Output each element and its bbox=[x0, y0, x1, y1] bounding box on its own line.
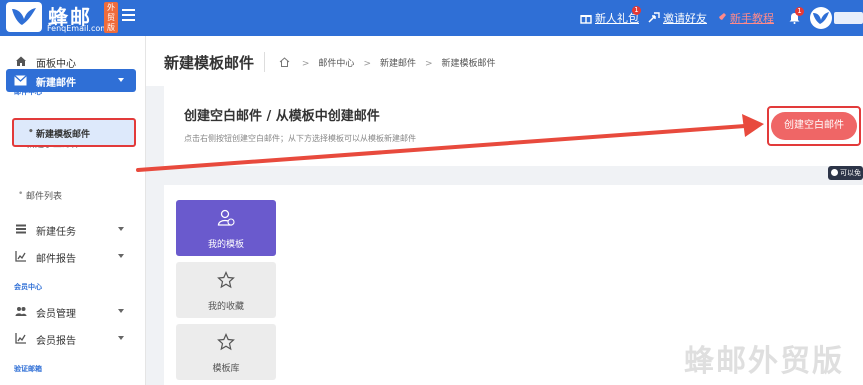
create-card: 创建空白邮件 / 从模板中创建邮件 点击右侧按钮创建空白邮件；从下方选择模板可以… bbox=[164, 86, 863, 166]
tile-template-library[interactable]: 模板库 bbox=[176, 324, 276, 380]
chevron-down-icon bbox=[118, 227, 124, 231]
breadcrumb: > 邮件中心 > 新建邮件 > 新建模板邮件 bbox=[279, 56, 496, 69]
invite-label: 邀请好友 bbox=[663, 12, 707, 25]
gift-link[interactable]: 新人礼包 bbox=[580, 10, 639, 26]
star-icon bbox=[217, 333, 235, 351]
create-blank-mail-button[interactable]: 创建空白邮件 bbox=[771, 112, 857, 140]
chevron-down-icon bbox=[118, 336, 124, 340]
chart-icon bbox=[15, 333, 26, 344]
gift-badge: 1 bbox=[632, 6, 641, 15]
tile-label: 我的模板 bbox=[207, 240, 244, 250]
page-header: 新建模板邮件 > 邮件中心 > 新建邮件 > 新建模板邮件 bbox=[146, 36, 863, 86]
page-title: 新建模板邮件 bbox=[164, 54, 255, 72]
divider bbox=[264, 52, 265, 72]
create-card-hint: 点击右侧按钮创建空白邮件；从下方选择模板可以从模板新建邮件 bbox=[184, 134, 416, 143]
chevron-right-icon: > bbox=[425, 59, 433, 69]
tile-label: 我的收藏 bbox=[207, 302, 244, 312]
chevron-down-icon bbox=[118, 254, 124, 258]
sidebar-item-new-mail[interactable]: 新建邮件 bbox=[6, 69, 136, 92]
chevron-down-icon bbox=[118, 78, 124, 82]
user-name[interactable] bbox=[834, 12, 863, 24]
avatar[interactable] bbox=[810, 7, 832, 29]
sidebar-item-label: 面板中心 bbox=[36, 59, 76, 70]
brand-domain: FenqEmail.com bbox=[47, 24, 109, 33]
chevron-down-icon bbox=[118, 309, 124, 313]
breadcrumb-item[interactable]: 邮件中心 bbox=[318, 59, 354, 69]
side-chat-chip[interactable]: 可以免 bbox=[828, 166, 863, 180]
breadcrumb-item: 新建模板邮件 bbox=[441, 59, 496, 69]
rocket-icon bbox=[717, 13, 726, 22]
section-verify: 验证邮箱 bbox=[14, 365, 42, 373]
share-icon bbox=[648, 12, 660, 23]
user-icon bbox=[217, 209, 235, 226]
guide-label: 新手教程 bbox=[730, 12, 774, 25]
sidebar-subitem-template[interactable]: 新建模板邮件 bbox=[12, 118, 136, 147]
invite-link[interactable]: 邀请好友 bbox=[648, 10, 707, 26]
tile-my-templates[interactable]: 我的模板 bbox=[176, 200, 276, 256]
chevron-right-icon: > bbox=[363, 59, 371, 69]
create-card-title: 创建空白邮件 / 从模板中创建邮件 bbox=[184, 109, 380, 124]
sidebar-item-label: 会员管理 bbox=[36, 309, 76, 320]
watermark: 蜂邮外贸版 bbox=[684, 344, 844, 379]
gift-label: 新人礼包 bbox=[595, 12, 639, 25]
tile-my-favorites[interactable]: 我的收藏 bbox=[176, 262, 276, 318]
sidebar-item-label: 新建邮件 bbox=[36, 78, 76, 89]
envelope-icon bbox=[14, 75, 27, 86]
bird-icon bbox=[12, 8, 36, 25]
bird-icon bbox=[813, 12, 829, 24]
sidebar-item-label: 会员报告 bbox=[36, 336, 76, 347]
home-icon[interactable] bbox=[279, 57, 290, 67]
sidebar-subitem-label: 新建模板邮件 bbox=[28, 127, 90, 140]
chevron-right-icon: > bbox=[301, 59, 310, 69]
home-icon bbox=[16, 56, 26, 66]
sidebar-item-mail-report[interactable]: 邮件报告 bbox=[0, 245, 146, 267]
sidebar-subitem-list[interactable]: 邮件列表 bbox=[18, 189, 62, 202]
sidebar-item-member-manage[interactable]: 会员管理 bbox=[0, 300, 146, 322]
sidebar-item-member-report[interactable]: 会员报告 bbox=[0, 327, 146, 349]
brand-tag: 外贸版 bbox=[104, 2, 118, 33]
logo[interactable] bbox=[6, 2, 42, 32]
list-icon bbox=[16, 224, 26, 234]
section-member: 会员中心 bbox=[14, 283, 42, 291]
gift-icon bbox=[580, 15, 592, 24]
chart-icon bbox=[15, 251, 26, 262]
sidebar-item-label: 邮件报告 bbox=[36, 254, 76, 265]
star-icon bbox=[217, 271, 235, 289]
tile-label: 模板库 bbox=[212, 364, 240, 374]
users-icon bbox=[15, 307, 27, 316]
sidebar-item-label: 新建任务 bbox=[36, 227, 76, 238]
sidebar-item-new-task[interactable]: 新建任务 bbox=[0, 218, 146, 240]
menu-toggle-icon[interactable] bbox=[122, 9, 135, 21]
breadcrumb-item[interactable]: 新建邮件 bbox=[380, 59, 416, 69]
guide-link[interactable]: 新手教程 bbox=[715, 10, 774, 26]
notify-badge: 1 bbox=[795, 7, 804, 16]
